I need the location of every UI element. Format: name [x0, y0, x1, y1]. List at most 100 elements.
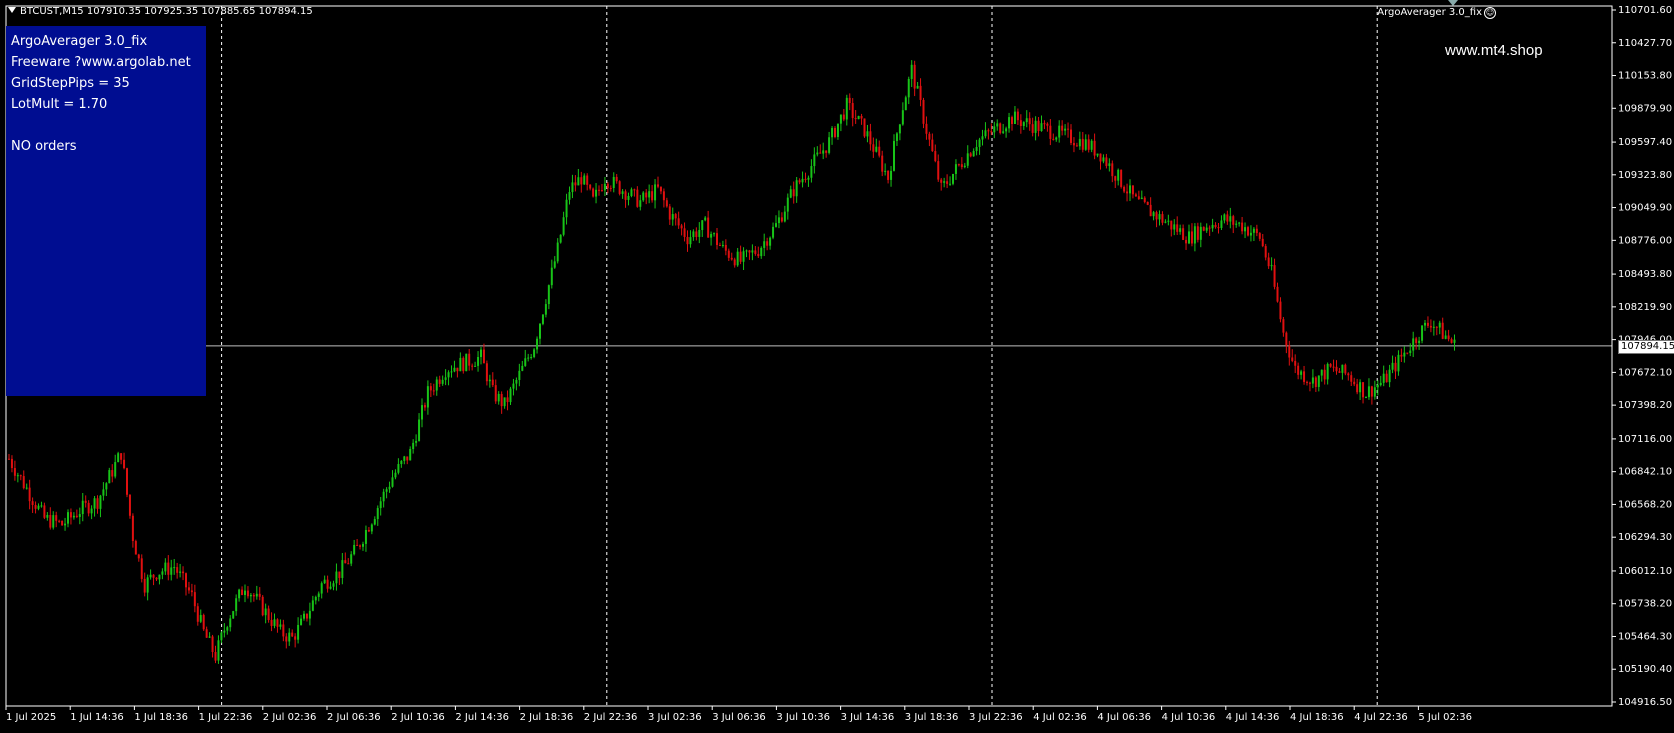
candle-body [893, 140, 895, 171]
candle-body [680, 225, 683, 229]
candle-body [362, 543, 364, 547]
y-tick-label: 105738.20 [1618, 599, 1672, 610]
candle-body [238, 589, 241, 599]
candle-body [577, 177, 580, 186]
candle-body [1072, 142, 1075, 146]
candle-body [1308, 382, 1311, 384]
candle-body [1282, 319, 1285, 333]
chart-menu-triangle-icon[interactable] [8, 7, 16, 13]
candle-body [406, 456, 409, 461]
candle-body [370, 524, 373, 532]
candle-body [84, 500, 87, 503]
candle-body [854, 118, 857, 120]
candle-body [836, 123, 839, 137]
candle-body [807, 177, 810, 180]
candle-body [547, 285, 550, 305]
candle-body [553, 261, 556, 268]
candle-body [943, 181, 946, 183]
candle-body [1155, 212, 1158, 220]
candle-body [285, 636, 288, 642]
candle-body [621, 191, 624, 194]
x-tick-label: 1 Jul 2025 [6, 712, 56, 723]
smiley-icon[interactable]: ☺ [1484, 7, 1496, 19]
candle-body [353, 544, 356, 555]
candle-body [586, 175, 589, 185]
candle-body [67, 512, 69, 524]
price-chart[interactable]: 110701.60 110427.70 110153.80 109879.90 1095… [0, 0, 1674, 729]
candle-body [1078, 138, 1081, 147]
candle-body [190, 590, 193, 593]
candle-body [772, 226, 775, 238]
candle-body [766, 241, 769, 246]
candle-body [503, 397, 506, 407]
candle-body [589, 184, 592, 189]
candle-body [426, 386, 429, 408]
candle-body [1016, 111, 1019, 121]
candle-body [1019, 120, 1022, 127]
candle-body [615, 176, 618, 182]
candle-body [344, 560, 347, 564]
candle-body [93, 498, 96, 509]
x-tick-label: 2 Jul 18:36 [520, 712, 574, 723]
candle-body [934, 151, 937, 162]
candle-body [173, 567, 176, 569]
candle-body [1108, 163, 1111, 166]
candle-body [565, 199, 568, 218]
candle-body [131, 515, 134, 542]
y-tick-label: 106842.10 [1618, 467, 1672, 478]
candle-body [418, 419, 421, 441]
candle-body [182, 571, 185, 574]
candle-body [117, 453, 120, 463]
candle-body [1261, 238, 1264, 247]
candle-body [834, 128, 836, 137]
candle-body [356, 544, 359, 546]
candle-body [294, 636, 297, 640]
candle-body [872, 144, 875, 152]
candle-body [521, 365, 524, 371]
candle-body [1161, 214, 1164, 223]
candle-body [1314, 377, 1317, 387]
candle-body [633, 189, 636, 191]
candle-body [438, 379, 441, 384]
candle-body [1258, 233, 1261, 239]
candle-body [907, 78, 910, 98]
candle-body [25, 487, 28, 489]
candle-body [695, 231, 698, 237]
candle-body [1096, 153, 1099, 156]
candle-body [952, 173, 954, 184]
candle-body [928, 133, 931, 140]
candle-body [863, 118, 866, 137]
candle-body [497, 393, 500, 402]
expert-advisor-label[interactable]: ArgoAverager 3.0_fix ☺ [1377, 7, 1496, 19]
candle-body [533, 349, 536, 357]
y-tick-label: 109597.40 [1618, 137, 1672, 148]
candle-body [382, 491, 385, 502]
candle-body [742, 251, 745, 262]
candle-body [311, 600, 314, 611]
candle-body [341, 560, 344, 578]
candle-body [795, 180, 798, 197]
candle-body [1232, 216, 1235, 225]
candle-body [975, 147, 978, 151]
candle-body [642, 192, 645, 201]
candle-body [482, 349, 485, 364]
candle-body [152, 574, 155, 578]
chart-area[interactable]: 110701.60 110427.70 110153.80 109879.90 1095… [0, 0, 1674, 729]
candle-body [494, 385, 497, 402]
candle-body [19, 475, 22, 477]
candle-body [391, 477, 394, 487]
candle-body [385, 489, 388, 492]
candle-body [792, 189, 795, 197]
candle-body [432, 390, 435, 392]
candle-body [898, 124, 901, 134]
shift-marker-icon[interactable] [1448, 0, 1458, 6]
candle-body [718, 244, 721, 246]
y-tick-label: 107398.20 [1618, 400, 1672, 411]
candle-body [1370, 386, 1373, 397]
candle-body [1193, 226, 1196, 244]
candle-body [559, 234, 562, 243]
candle-body [895, 133, 898, 141]
candle-body [857, 115, 860, 120]
candle-body [1450, 339, 1453, 343]
candle-body [465, 353, 468, 372]
